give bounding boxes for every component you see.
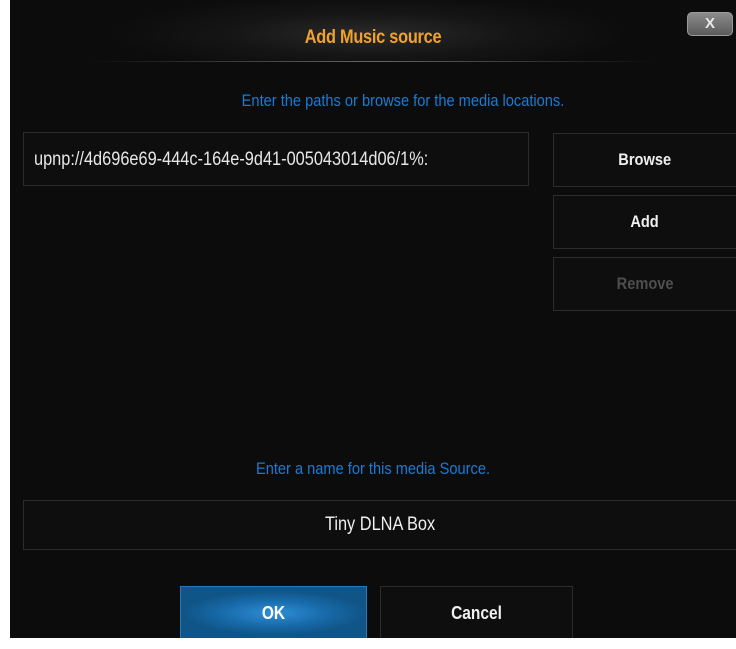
source-name-field[interactable]: Tiny DLNA Box [23,500,736,550]
add-button[interactable]: Add [553,195,736,249]
name-hint: Enter a name for this media Source. [255,459,491,478]
remove-button[interactable]: Remove [553,257,736,311]
add-music-source-dialog: Add Music source X Enter the paths or br… [10,0,736,638]
add-button-label: Add [630,212,660,231]
source-path-text: upnp://4d696e69-444c-164e-9d41-005043014… [34,149,429,170]
paths-hint: Enter the paths or browse for the media … [241,91,565,110]
dialog-title: Add Music source [304,27,442,48]
source-name-value: Tiny DLNA Box [324,514,436,535]
source-path-item[interactable]: upnp://4d696e69-444c-164e-9d41-005043014… [23,132,529,186]
remove-button-label: Remove [616,274,674,293]
ok-button-label: OK [261,603,286,623]
cancel-button-label: Cancel [451,603,502,623]
ok-button[interactable]: OK [180,586,367,638]
close-button[interactable]: X [687,12,733,36]
cancel-button[interactable]: Cancel [380,586,573,638]
browse-button[interactable]: Browse [553,133,736,187]
dialog-header: Add Music source [10,0,736,62]
browse-button-label: Browse [618,150,672,169]
